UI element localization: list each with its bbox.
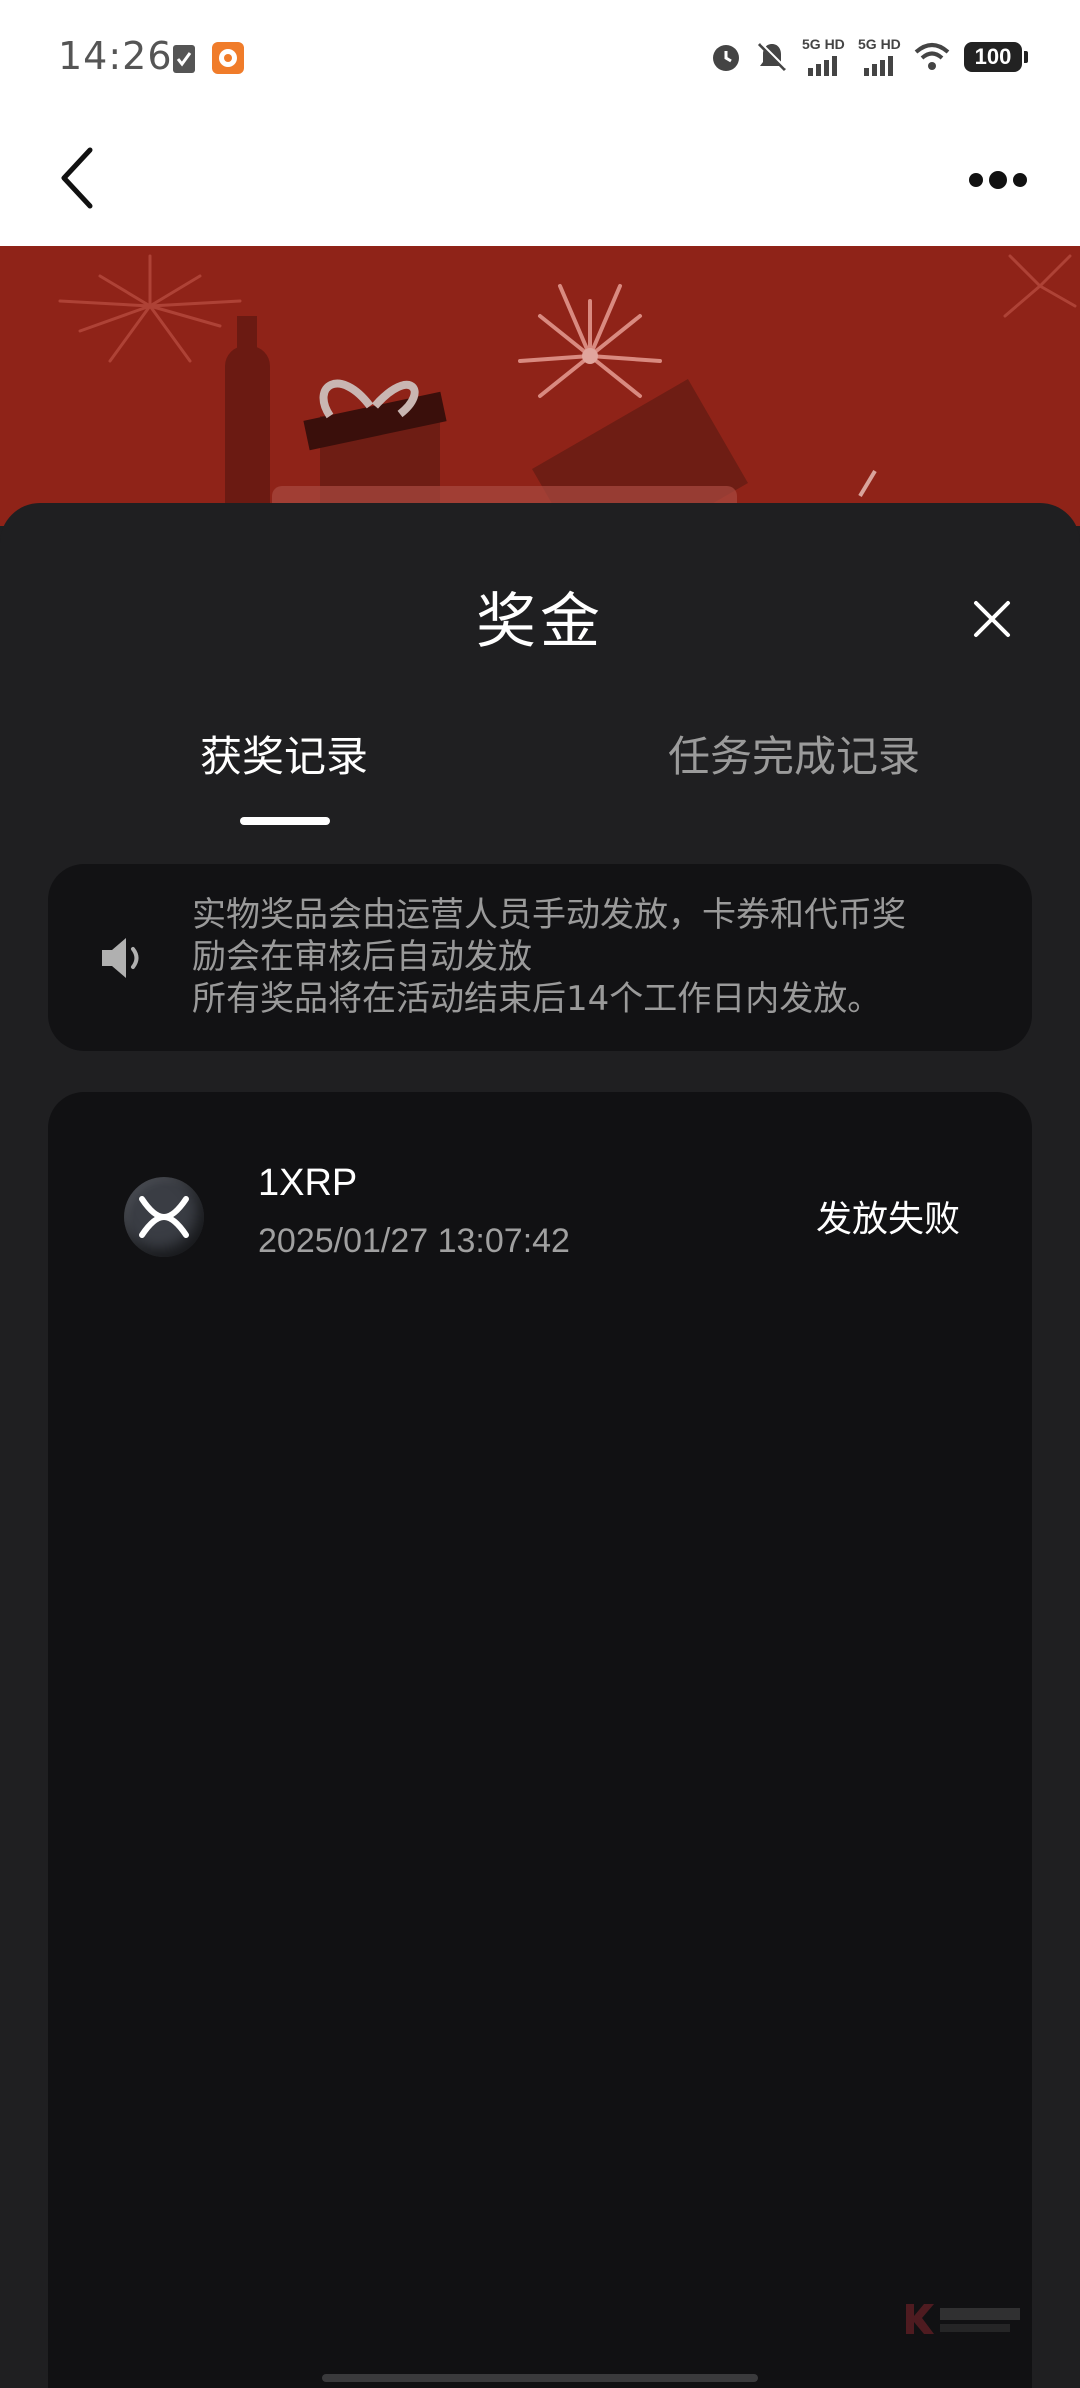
app-notification-icon: [212, 42, 244, 74]
tab-task-records[interactable]: 任务完成记录: [668, 723, 920, 784]
award-records-list: 1XRP 2025/01/27 13:07:42 发放失败: [48, 1092, 1032, 2388]
xrp-coin-icon: [124, 1177, 204, 1257]
record-time: 2025/01/27 13:07:42: [258, 1222, 570, 1260]
status-time: 14:26: [58, 34, 173, 78]
bonus-sheet: 奖金 获奖记录 任务完成记录 实物奖品会由运营人员手动发放，卡券和代币奖 励会在…: [0, 503, 1080, 2388]
signal-1: 5G HD: [802, 36, 845, 76]
status-bar: 14:26 5G HD 5G HD 100: [0, 0, 1080, 118]
battery-indicator: 100: [964, 42, 1028, 72]
notice-line-1: 实物奖品会由运营人员手动发放，卡券和代币奖: [192, 895, 906, 935]
clipboard-check-icon: [173, 45, 195, 73]
record-status: 发放失败: [815, 1199, 960, 1240]
chevron-left-icon[interactable]: [50, 138, 120, 218]
record-amount: 1XRP: [258, 1162, 358, 1204]
wifi-icon: [914, 43, 950, 70]
home-indicator[interactable]: [322, 2374, 758, 2382]
more-dots-icon[interactable]: [960, 148, 1040, 208]
watermark-logo: [906, 2304, 1020, 2334]
notice-line-2: 励会在审核后自动发放: [192, 937, 532, 977]
speaker-icon: [102, 938, 139, 978]
notice-text: 实物奖品会由运营人员手动发放，卡券和代币奖 励会在审核后自动发放 所有奖品将在活…: [192, 894, 1012, 1020]
list-item[interactable]: 1XRP 2025/01/27 13:07:42 发放失败: [48, 1152, 1032, 1302]
festive-banner: [0, 246, 1080, 526]
status-icons: 5G HD 5G HD 100: [710, 36, 1028, 76]
mute-bell-icon: [757, 42, 787, 72]
close-icon[interactable]: [966, 593, 1018, 645]
alarm-icon: [713, 45, 739, 71]
notice-line-3: 所有奖品将在活动结束后14个工作日内发放。: [192, 979, 882, 1019]
active-tab-indicator: [240, 817, 330, 825]
signal-2: 5G HD: [858, 36, 901, 76]
fireworks-illustration: [58, 254, 1077, 526]
nav-bar: [0, 118, 1080, 246]
tab-award-records[interactable]: 获奖记录: [200, 723, 368, 784]
notice-banner: 实物奖品会由运营人员手动发放，卡券和代币奖 励会在审核后自动发放 所有奖品将在活…: [48, 864, 1032, 1051]
sheet-title: 奖金: [476, 587, 604, 657]
